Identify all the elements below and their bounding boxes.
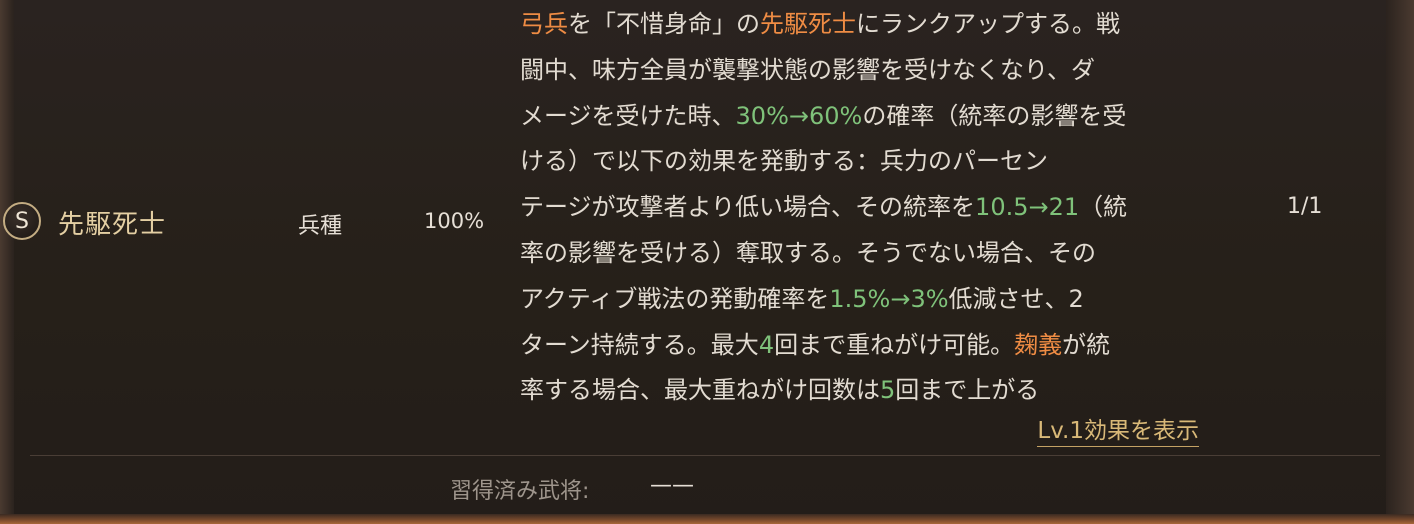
- section-divider: [30, 455, 1380, 456]
- description-highlight: 1.5%→3%: [829, 284, 949, 313]
- panel-left-edge: [0, 0, 14, 524]
- panel-bottom-trim: [0, 514, 1414, 524]
- skill-type: 兵種: [298, 214, 343, 239]
- description-text: の確率（統率の影響を受: [862, 101, 1127, 130]
- description-highlight: 10.5→21: [975, 193, 1080, 222]
- description-highlight: 先駆死士: [760, 10, 856, 38]
- description-text: 率の影響を受ける）奪取する。そうでない場合、その: [520, 238, 1096, 267]
- description-line: 弓兵を「不惜身命」の先駆死士にランクアップする。戦: [520, 2, 1210, 48]
- description-line: ターン持続する。最大4回まで重ねがけ可能。麹義が統: [520, 323, 1210, 369]
- description-highlight: 4: [758, 330, 775, 359]
- description-line: テージが攻撃者より低い場合、その統率を10.5→21（統: [520, 185, 1210, 231]
- description-line: 率する場合、最大重ねがけ回数は5回まで上がる: [520, 368, 1210, 414]
- description-text: 低減させ、2: [948, 284, 1084, 313]
- skill-description: 弓兵を「不惜身命」の先駆死士にランクアップする。戦闘中、味方全員が襲撃状態の影響…: [520, 2, 1210, 414]
- description-line: 率の影響を受ける）奪取する。そうでない場合、その: [520, 231, 1210, 277]
- description-line: 闘中、味方全員が襲撃状態の影響を受けなくなり、ダ: [520, 48, 1210, 94]
- description-text: ける）で以下の効果を発動する：兵力のパーセン: [520, 147, 1048, 176]
- skill-grade-badge: S: [3, 202, 41, 240]
- description-line: ける）で以下の効果を発動する：兵力のパーセン: [520, 139, 1210, 185]
- panel-right-edge: [1386, 0, 1414, 524]
- description-text: 率する場合、最大重ねがけ回数は: [520, 376, 880, 405]
- description-text: が統: [1062, 330, 1111, 359]
- description-text: メージを受けた時、: [520, 101, 736, 130]
- skill-activation-rate: 100%: [424, 209, 485, 233]
- learned-generals-label: 習得済み武将:: [450, 479, 590, 504]
- learned-generals-value: ——: [650, 473, 694, 498]
- description-text: 回まで上がる: [895, 376, 1040, 405]
- description-highlight: 30%→60%: [735, 101, 863, 130]
- description-highlight: 麹義: [1014, 330, 1063, 359]
- description-text: 闘中、味方全員が襲撃状態の影響を受けなくなり、ダ: [520, 55, 1096, 84]
- description-text: にランクアップする。戦: [856, 10, 1120, 38]
- skill-panel: S 先駆死士 兵種 100% 1/1 弓兵を「不惜身命」の先駆死士にランクアップ…: [0, 0, 1414, 524]
- description-text: アクティブ戦法の発動確率を: [520, 284, 830, 313]
- description-line: メージを受けた時、30%→60%の確率（統率の影響を受: [520, 94, 1210, 140]
- skill-count: 1/1: [1287, 194, 1323, 219]
- skill-name: 先駆死士: [58, 210, 167, 240]
- description-text: （統: [1079, 193, 1128, 222]
- description-highlight: 5: [880, 376, 896, 405]
- description-line: アクティブ戦法の発動確率を1.5%→3%低減させ、2: [520, 277, 1210, 323]
- show-lv1-effect-link[interactable]: Lv.1効果を表示: [1037, 411, 1199, 447]
- description-text: 回まで重ねがけ可能。: [774, 330, 1015, 359]
- description-text: ターン持続する。最大: [520, 330, 759, 359]
- description-text: テージが攻撃者より低い場合、その統率を: [520, 193, 976, 222]
- description-text: を「不惜身命」の: [568, 10, 760, 38]
- description-highlight: 弓兵: [520, 10, 568, 38]
